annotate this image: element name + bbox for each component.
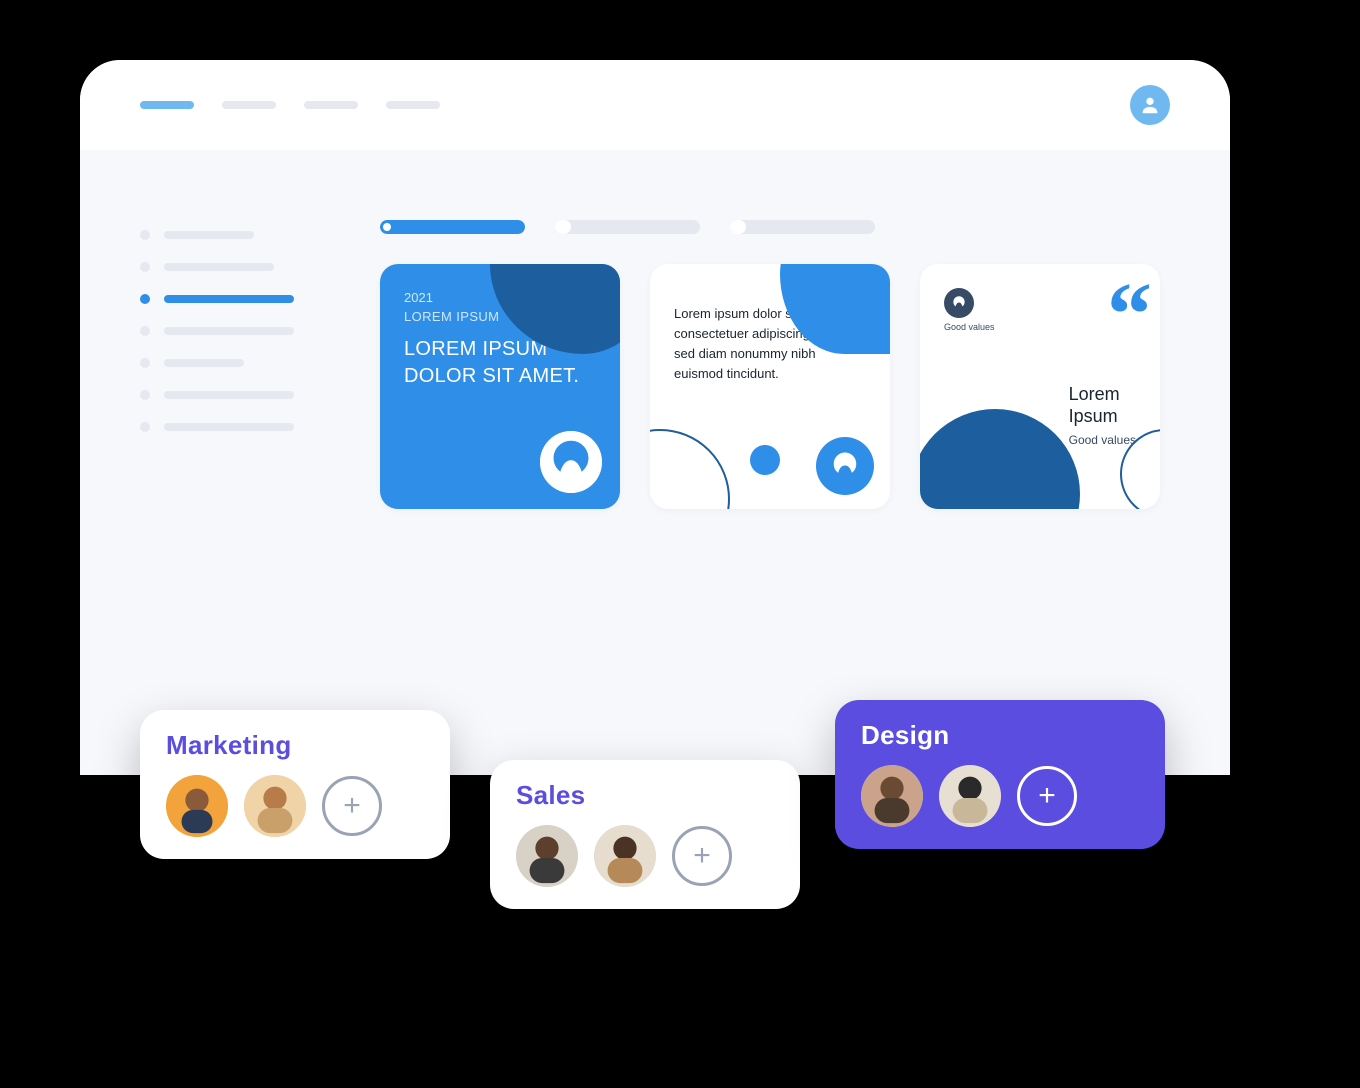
card3-line3: Good values — [1069, 433, 1136, 447]
template-card-1[interactable]: 2021 LOREM IPSUM LOREM IPSUM DOLOR SIT A… — [380, 264, 620, 509]
nav-tab-4[interactable] — [386, 101, 440, 109]
add-member-button[interactable]: + — [322, 776, 382, 836]
add-member-button[interactable]: + — [1017, 766, 1077, 826]
quote-icon: “ — [1107, 288, 1140, 342]
mini-logo-icon — [944, 288, 974, 318]
person-logo-icon — [540, 431, 602, 493]
sidebar-item-4[interactable] — [140, 326, 340, 336]
avatar[interactable] — [939, 765, 1001, 827]
nav-tab-2[interactable] — [222, 101, 276, 109]
step-2[interactable] — [555, 220, 700, 234]
team-card-marketing[interactable]: Marketing + — [140, 710, 450, 859]
avatar[interactable] — [594, 825, 656, 887]
nav-tab-3[interactable] — [304, 101, 358, 109]
avatar[interactable] — [516, 825, 578, 887]
team-title: Sales — [516, 780, 774, 811]
avatar[interactable] — [166, 775, 228, 837]
card3-logo-label: Good values — [944, 322, 995, 332]
team-card-design[interactable]: Design + — [835, 700, 1165, 849]
sidebar-item-5[interactable] — [140, 358, 340, 368]
sidebar-item-2[interactable] — [140, 262, 340, 272]
template-card-3[interactable]: Good values “ Lorem Ipsum Good values — [920, 264, 1160, 509]
sidebar-item-3[interactable] — [140, 294, 340, 304]
step-3[interactable] — [730, 220, 875, 234]
avatar[interactable] — [244, 775, 306, 837]
add-member-button[interactable]: + — [672, 826, 732, 886]
team-card-sales[interactable]: Sales + — [490, 760, 800, 909]
sidebar — [140, 220, 340, 509]
sidebar-item-7[interactable] — [140, 422, 340, 432]
template-card-2[interactable]: Lorem ipsum dolor sit amet, consectetuer… — [650, 264, 890, 509]
cursor-icon — [1100, 850, 1160, 910]
step-progress — [380, 220, 1170, 234]
card3-line2: Ipsum — [1069, 406, 1136, 428]
step-1[interactable] — [380, 220, 525, 234]
template-cards: 2021 LOREM IPSUM LOREM IPSUM DOLOR SIT A… — [380, 264, 1170, 509]
sidebar-item-1[interactable] — [140, 230, 340, 240]
avatar[interactable] — [861, 765, 923, 827]
person-logo-icon — [816, 437, 874, 495]
team-title: Design — [861, 720, 1139, 751]
team-title: Marketing — [166, 730, 424, 761]
app-window: 2021 LOREM IPSUM LOREM IPSUM DOLOR SIT A… — [80, 60, 1230, 775]
profile-avatar-icon[interactable] — [1130, 85, 1170, 125]
topbar — [80, 60, 1230, 150]
nav-tab-1[interactable] — [140, 101, 194, 109]
card3-line1: Lorem — [1069, 384, 1136, 406]
sidebar-item-6[interactable] — [140, 390, 340, 400]
